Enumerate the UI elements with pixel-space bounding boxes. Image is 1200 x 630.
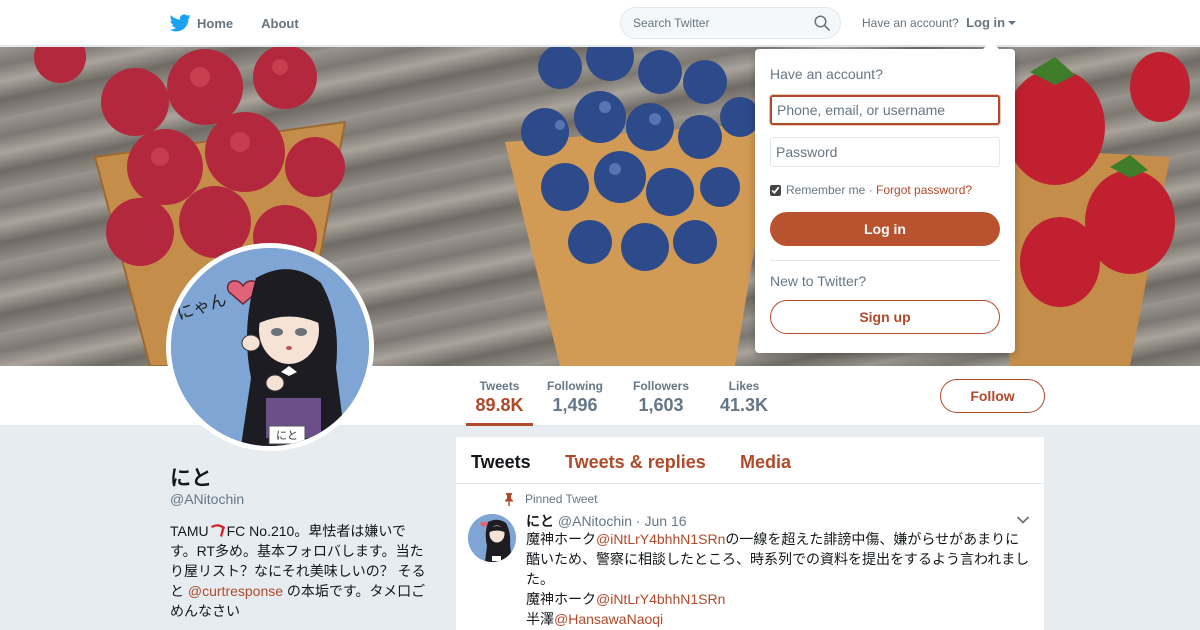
stat-tweets-label: Tweets	[479, 379, 520, 393]
stat-likes-value: 41.3K	[719, 395, 769, 415]
caret-down-icon	[1008, 21, 1017, 25]
timeline-tabs: Tweets Tweets & replies Media	[456, 437, 1044, 484]
stat-tweets-value: 89.8K	[475, 395, 524, 415]
search-icon[interactable]	[814, 15, 830, 31]
login-dropdown-toggle[interactable]: Log in	[966, 15, 1017, 30]
nav-home[interactable]: Home	[170, 14, 233, 32]
stat-followers-value: 1,603	[638, 395, 684, 415]
follow-button[interactable]: Follow	[940, 379, 1045, 413]
nav-home-label: Home	[197, 15, 234, 31]
login-button[interactable]: Log in	[770, 212, 1000, 246]
tweet-separator: ·	[635, 513, 641, 529]
login-dropdown: Have an account? Remember me · Forgot pa…	[755, 41, 1015, 353]
dropdown-divider	[770, 260, 1000, 261]
search-input[interactable]	[621, 8, 801, 38]
tweet-mention-link[interactable]: @HansawaNaoqi	[554, 611, 663, 627]
forgot-password-link[interactable]: Forgot password?	[876, 183, 972, 197]
bio-text-1: TAMU	[170, 523, 209, 539]
nav-about[interactable]: About	[261, 16, 299, 31]
pin-icon	[505, 493, 513, 506]
raspberries-left	[34, 47, 345, 269]
tab-media[interactable]: Media	[740, 452, 791, 473]
tab-tweets[interactable]: Tweets	[471, 452, 531, 473]
timeline: Tweets Tweets & replies Media Pinned Twe…	[456, 437, 1044, 630]
tweet-date[interactable]: Jun 16	[644, 513, 686, 529]
stat-following-value: 1,496	[552, 395, 598, 415]
stat-likes[interactable]: Likes 41.3K	[716, 366, 772, 426]
remember-me-checkbox[interactable]	[770, 184, 781, 196]
stat-tweets[interactable]: Tweets 89.8K	[466, 366, 533, 426]
bio-mention-link[interactable]: @curtresponse	[188, 583, 283, 599]
avatar-illustration: にと にゃん	[171, 248, 369, 446]
profile-name: にと	[170, 467, 212, 490]
tweet-mention-link[interactable]: @iNtLrY4bhhN1SRn	[596, 591, 725, 607]
stat-followers-label: Followers	[632, 379, 689, 393]
signup-button[interactable]: Sign up	[770, 300, 1000, 334]
password-field[interactable]	[770, 137, 1000, 167]
profile-avatar[interactable]: にと にゃん	[166, 243, 374, 451]
stat-following-label: Following	[547, 379, 603, 393]
tweet-paragraph-2: 魔神ホーク@iNtLrY4bhhN1SRn	[526, 589, 1031, 609]
account-menu: Have an account? Log in	[862, 15, 1017, 30]
login-dropdown-title: Have an account?	[770, 66, 883, 82]
search-box	[620, 7, 841, 39]
new-to-twitter-text: New to Twitter?	[770, 273, 867, 289]
stat-likes-label: Likes	[728, 379, 760, 393]
tweet-avatar[interactable]	[468, 514, 516, 562]
login-link-label: Log in	[966, 15, 1006, 30]
tweet-mention-link[interactable]: @iNtLrY4bhhN1SRn	[596, 531, 725, 547]
remember-me-label[interactable]: Remember me	[786, 183, 865, 197]
tweet-text-segment: 魔神ホーク	[526, 591, 596, 607]
tweet-text-segment: 魔神ホーク	[526, 531, 596, 547]
remember-separator: ·	[865, 183, 877, 197]
profile-handle: @ANitochin	[170, 491, 245, 507]
tweet-text-segment: 半澤	[526, 611, 554, 627]
top-nav: Home About Have an account? Log in	[0, 0, 1200, 46]
nav-about-label: About	[261, 15, 299, 31]
stat-following[interactable]: Following 1,496	[545, 366, 605, 426]
username-field[interactable]	[770, 95, 1000, 125]
remember-me-row: Remember me · Forgot password?	[770, 183, 972, 197]
tweet-header: にと @ANitochin · Jun 16	[526, 511, 687, 531]
have-account-text: Have an account?	[862, 16, 959, 30]
stat-followers[interactable]: Followers 1,603	[630, 366, 692, 426]
tweet-author-handle[interactable]: @ANitochin	[558, 513, 632, 529]
pinned-tweet-label: Pinned Tweet	[525, 492, 598, 506]
avatar-image: にと にゃん	[171, 248, 369, 446]
avatar-tag-text: にと	[276, 429, 298, 442]
profile-bio: TAMU FC No.210。卑怯者は嫌いです。RT多め。基本フォロバします。当た…	[170, 521, 432, 621]
tweet-author-name[interactable]: にと	[526, 513, 554, 529]
tab-tweets-replies[interactable]: Tweets & replies	[565, 452, 706, 473]
tweet-paragraph-1: 魔神ホーク@iNtLrY4bhhN1SRnの一線を超えた誹謗中傷、嫌がらせがあま…	[526, 529, 1031, 589]
nav-left: Home About	[170, 0, 327, 46]
red-shrimp-icon	[210, 524, 225, 537]
tweet-text: 魔神ホーク@iNtLrY4bhhN1SRnの一線を超えた誹謗中傷、嫌がらせがあま…	[526, 529, 1031, 629]
tweet-paragraph-3: 半澤@HansawaNaoqi	[526, 609, 1031, 629]
tweet-avatar-illustration	[468, 514, 516, 562]
chevron-down-icon[interactable]	[1016, 515, 1030, 525]
twitter-bird-icon	[170, 14, 191, 32]
